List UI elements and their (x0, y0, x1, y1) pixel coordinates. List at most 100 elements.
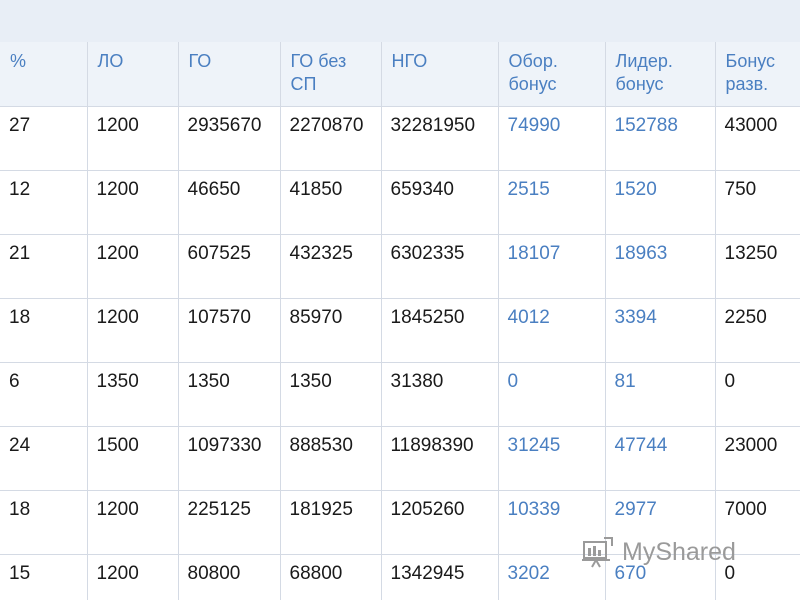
cell-value: 2977 (614, 499, 657, 520)
table-row: 24 1500 1097330 888530 11898390 31245 47744 230… (0, 426, 800, 491)
column-header-text: ГО без (290, 51, 347, 71)
table-cell-link[interactable]: 4012 (498, 298, 606, 363)
table-cell-link[interactable]: 47744 (605, 426, 716, 491)
table-cell-link[interactable]: 152788 (605, 106, 716, 171)
cell-value: 21 (9, 243, 31, 264)
table-cell-link[interactable]: 3394 (605, 298, 716, 363)
table-cell-link[interactable]: 1520 (605, 170, 716, 235)
cell-value: 15 (9, 563, 31, 584)
data-table: % ЛО ГО ГО без СП НГО Обор. бонус Лидер. бонус Бон… (0, 42, 800, 600)
table-cell-link[interactable]: 18107 (498, 234, 606, 299)
table-cell: 2270870 (280, 106, 382, 171)
table-row: 15 1200 80800 68800 1342945 3202 670 0 (0, 554, 800, 600)
table-cell-link[interactable]: 10339 (498, 490, 606, 555)
cell-value: 3202 (507, 563, 550, 584)
table-row: 6 1350 1350 1350 31380 0 81 0 (0, 362, 800, 427)
table-cell-link[interactable]: 3202 (498, 554, 606, 600)
column-header-text: разв. (725, 74, 769, 94)
column-header-text: Лидер. (615, 51, 673, 71)
table-cell: 7000 (715, 490, 800, 555)
table-row: 21 1200 607525 432325 6302335 18107 18963 13250 (0, 234, 800, 299)
column-header-text: бонус (508, 74, 557, 94)
cell-value: 13250 (724, 243, 778, 264)
table-cell: 18 (0, 298, 88, 363)
cell-value: 0 (724, 563, 736, 584)
cell-value: 1200 (96, 563, 139, 584)
table-cell: 607525 (178, 234, 281, 299)
table-cell: 107570 (178, 298, 281, 363)
table-cell: 27 (0, 106, 88, 171)
table-cell: 12 (0, 170, 88, 235)
column-header[interactable]: % (0, 42, 88, 107)
cell-value: 27 (9, 115, 31, 136)
table-cell-link[interactable]: 2515 (498, 170, 606, 235)
column-header-text: % (10, 51, 27, 71)
column-header-label: % (0, 42, 86, 73)
table-cell: 41850 (280, 170, 382, 235)
table-cell: 23000 (715, 426, 800, 491)
table-cell: 15 (0, 554, 88, 600)
table-cell-link[interactable]: 31245 (498, 426, 606, 491)
cell-value: 670 (614, 563, 647, 584)
table-row: 18 1200 225125 181925 1205260 10339 2977 7000 (0, 490, 800, 555)
cell-value: 1520 (614, 179, 657, 200)
cell-value: 1200 (96, 115, 139, 136)
table-cell: 0 (715, 362, 800, 427)
cell-value: 2935670 (187, 115, 262, 136)
column-header-label: Лидер. бонус (606, 42, 715, 96)
column-header-label: ГО (179, 42, 280, 73)
column-header[interactable]: Бонус разв. (715, 42, 800, 107)
table-cell: 6 (0, 362, 88, 427)
table-cell-link[interactable]: 18963 (605, 234, 716, 299)
cell-value: 2270870 (289, 115, 364, 136)
cell-value: 24 (9, 435, 31, 456)
column-header[interactable]: ГО без СП (280, 42, 382, 107)
table-cell: 18 (0, 490, 88, 555)
column-header[interactable]: ЛО (87, 42, 179, 107)
column-header-label: Бонус разв. (716, 42, 800, 96)
table-cell: 46650 (178, 170, 281, 235)
table-cell: 1350 (178, 362, 281, 427)
table-cell: 225125 (178, 490, 281, 555)
cell-value: 32281950 (390, 115, 476, 136)
cell-value: 46650 (187, 179, 241, 200)
table-cell: 2250 (715, 298, 800, 363)
table-cell-link[interactable]: 670 (605, 554, 716, 600)
table-cell-link[interactable]: 0 (498, 362, 606, 427)
column-header[interactable]: ГО (178, 42, 281, 107)
table-cell: 432325 (280, 234, 382, 299)
table-cell: 1200 (87, 298, 179, 363)
column-header-label: НГО (382, 42, 498, 73)
cell-value: 888530 (289, 435, 353, 456)
cell-value: 18963 (614, 243, 668, 264)
cell-value: 0 (724, 371, 736, 392)
cell-value: 31380 (390, 371, 444, 392)
table-cell-link[interactable]: 81 (605, 362, 716, 427)
table-cell: 1342945 (381, 554, 499, 600)
cell-value: 31245 (507, 435, 561, 456)
cell-value: 11898390 (390, 435, 474, 456)
column-header[interactable]: НГО (381, 42, 499, 107)
table-cell: 1350 (87, 362, 179, 427)
table-cell: 1200 (87, 106, 179, 171)
table-cell: 888530 (280, 426, 382, 491)
table-cell: 659340 (381, 170, 499, 235)
table-cell: 1845250 (381, 298, 499, 363)
cell-value: 1350 (187, 371, 230, 392)
table-cell: 11898390 (381, 426, 499, 491)
cell-value: 18 (9, 307, 31, 328)
table-cell: 85970 (280, 298, 382, 363)
table-cell: 1200 (87, 234, 179, 299)
cell-value: 18 (9, 499, 31, 520)
table-cell-link[interactable]: 74990 (498, 106, 606, 171)
table-cell: 2935670 (178, 106, 281, 171)
cell-value: 432325 (289, 243, 353, 264)
table-cell: 750 (715, 170, 800, 235)
table-cell-link[interactable]: 2977 (605, 490, 716, 555)
cell-value: 3394 (614, 307, 657, 328)
cell-value: 47744 (614, 435, 668, 456)
table-cell: 1200 (87, 170, 179, 235)
column-header[interactable]: Лидер. бонус (605, 42, 716, 107)
table-cell: 13250 (715, 234, 800, 299)
column-header[interactable]: Обор. бонус (498, 42, 606, 107)
